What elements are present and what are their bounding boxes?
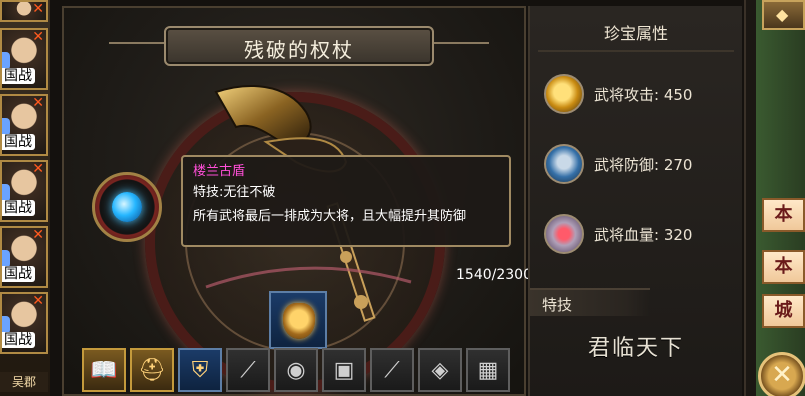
stat-label: 武将防御: <box>594 156 660 174</box>
item-slot[interactable]: ◈ <box>418 348 462 392</box>
item-slot[interactable]: ⟋ <box>226 348 270 392</box>
gem-icon <box>112 192 142 222</box>
side-button[interactable]: 本 <box>762 198 805 232</box>
close-icon[interactable]: ✕ <box>32 294 44 308</box>
hero-tag: 国战 <box>2 134 35 150</box>
blade-icon: ⟋ <box>240 358 256 383</box>
item-slot[interactable]: ▦ <box>466 348 510 392</box>
map-toggle-button[interactable]: ◆ <box>762 0 805 30</box>
orb-icon: ◉ <box>286 358 306 383</box>
close-icon[interactable]: ✕ <box>32 162 44 176</box>
title-banner: 残破的权杖 <box>164 26 434 66</box>
divider <box>538 50 734 52</box>
hero-list: ✕ ✕ 国战 ✕ 国战 ✕ 国战 ✕ 国战 ✕ 国战 吴郡 <box>0 0 50 396</box>
stat-label: 武将血量: <box>594 226 660 244</box>
tooltip-item-name: 楼兰古盾 <box>193 164 246 179</box>
banner-ornament <box>429 42 489 54</box>
stat-row-attack: 武将攻击: 450 <box>540 70 740 120</box>
hero-tag: 国战 <box>2 200 35 216</box>
book-icon: 📖 <box>90 358 118 383</box>
defense-icon <box>544 144 584 184</box>
hero-card[interactable]: ✕ 国战 <box>0 292 48 354</box>
properties-title: 珍宝属性 <box>603 24 668 43</box>
close-button[interactable]: ✕ <box>758 352 805 396</box>
city-label: 吴郡 <box>0 372 48 392</box>
hero-card[interactable]: ✕ 国战 <box>0 28 48 90</box>
stat-value: 450 <box>663 86 693 104</box>
arrow-icon: ◆ <box>776 5 789 24</box>
skill-name: 君临天下 <box>587 336 684 361</box>
stat-label: 武将攻击: <box>594 86 660 104</box>
side-menu: ◆ 本 本 城 <box>756 0 805 396</box>
item-slot[interactable]: ◉ <box>274 348 318 392</box>
tooltip-description: 所有武将最后一排成为大将，且大幅提升其防御 <box>193 209 467 224</box>
side-button[interactable]: 本 <box>762 250 805 284</box>
equipped-shield-slot[interactable] <box>269 291 327 349</box>
helm-icon: ◈ <box>431 358 449 383</box>
banner-ornament <box>109 42 169 54</box>
hero-card[interactable]: ✕ <box>0 0 48 22</box>
progress-counter: 1540/2300 <box>456 267 532 283</box>
chest-icon: ▦ <box>477 358 499 383</box>
stat-value: 320 <box>663 226 693 244</box>
close-icon[interactable]: ✕ <box>32 30 44 44</box>
attack-icon <box>544 74 584 114</box>
skill-header: 特技 <box>530 288 650 316</box>
stat-row-health: 武将血量: 320 <box>540 210 740 260</box>
hero-card[interactable]: ✕ 国战 <box>0 226 48 288</box>
item-slot[interactable]: ▣ <box>322 348 366 392</box>
stat-value: 270 <box>663 156 693 174</box>
item-bar: 📖 ⛑ ⛨ ⟋ ◉ ▣ ⟋ ◈ ▦ <box>82 348 512 396</box>
hero-tag: 国战 <box>2 68 35 84</box>
close-icon[interactable]: ✕ <box>32 2 44 16</box>
shield-icon: ⛨ <box>191 358 209 383</box>
armor-icon: ▣ <box>333 358 355 383</box>
tooltip-skill: 特技:无往不破 <box>193 185 276 200</box>
treasure-title: 残破的权杖 <box>244 38 354 62</box>
side-button[interactable]: 城 <box>762 294 805 328</box>
item-tooltip: 楼兰古盾 特技:无往不破 所有武将最后一排成为大将，且大幅提升其防御 <box>181 155 511 247</box>
stat-row-defense: 武将防御: 270 <box>540 140 740 190</box>
item-slot[interactable]: 📖 <box>82 348 126 392</box>
shield-icon <box>283 303 315 339</box>
gem-socket[interactable] <box>92 172 162 242</box>
item-slot[interactable]: ⟋ <box>370 348 414 392</box>
health-icon <box>544 214 584 254</box>
hero-card[interactable]: ✕ 国战 <box>0 160 48 222</box>
helmet-icon: ⛑ <box>138 358 166 383</box>
spear-icon: ⟋ <box>384 358 400 383</box>
close-icon[interactable]: ✕ <box>32 96 44 110</box>
hero-tag: 国战 <box>2 266 35 282</box>
properties-panel: 珍宝属性 武将攻击: 450 武将防御: 270 武将血量: 320 特技 君临… <box>528 6 742 396</box>
close-icon[interactable]: ✕ <box>32 228 44 242</box>
item-slot[interactable]: ⛨ <box>178 348 222 392</box>
item-slot[interactable]: ⛑ <box>130 348 174 392</box>
skill-header-label: 特技 <box>542 296 573 314</box>
hero-tag: 国战 <box>2 332 35 348</box>
treasure-panel: 残破的权杖 楼兰古盾 特技:无往不破 所有武将最后一排成为大将，且大幅提升其防御… <box>62 6 532 396</box>
hero-card[interactable]: ✕ 国战 <box>0 94 48 156</box>
